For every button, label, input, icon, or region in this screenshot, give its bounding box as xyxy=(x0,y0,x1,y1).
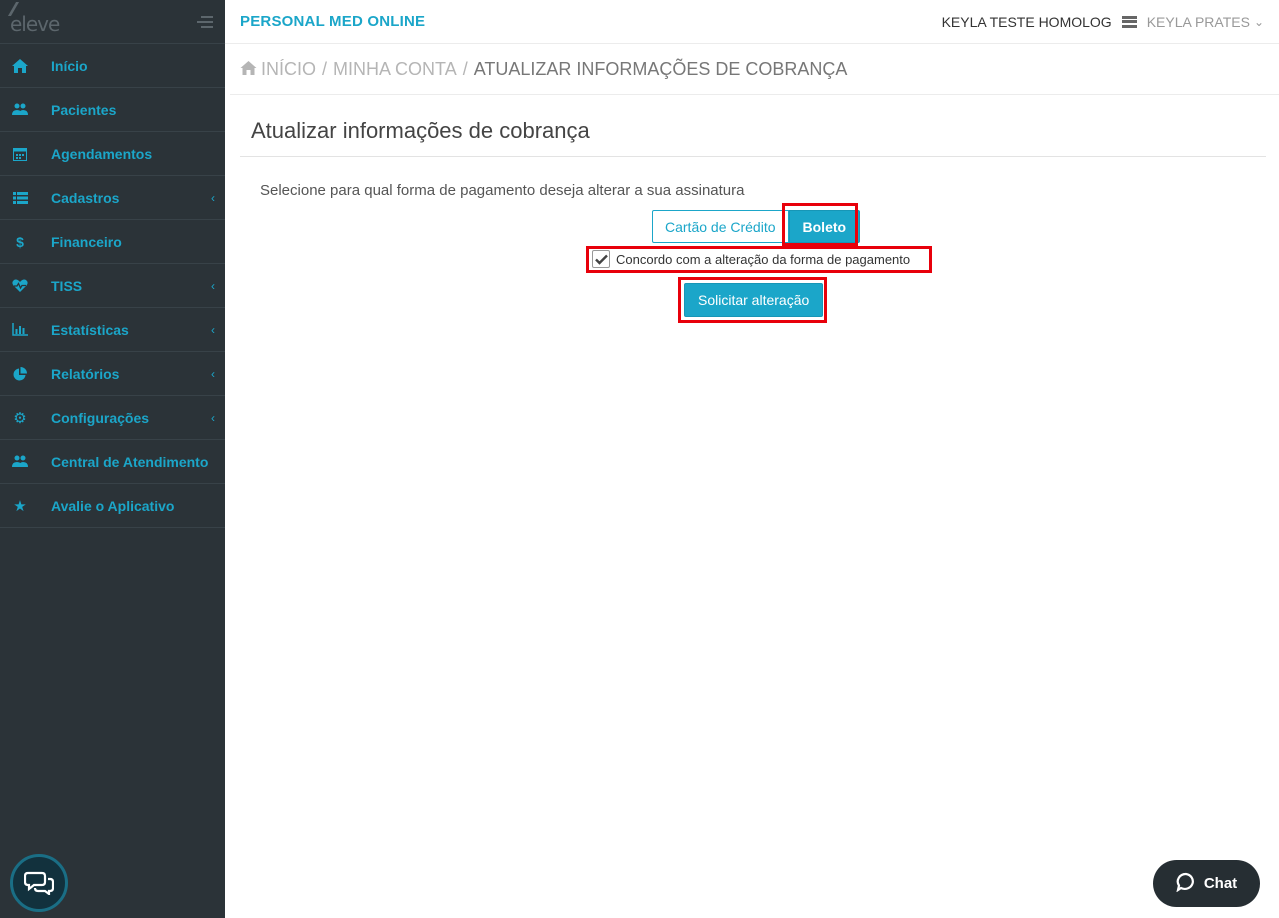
users-icon xyxy=(12,102,28,118)
sidebar-item-pacientes[interactable]: Pacientes xyxy=(0,88,225,132)
app-title: PERSONAL MED ONLINE xyxy=(240,13,426,30)
breadcrumb: INÍCIO / MINHA CONTA / ATUALIZAR INFORMA… xyxy=(230,44,1279,95)
sidebar-item-label: Relatórios xyxy=(51,365,120,382)
bar-chart-icon xyxy=(12,322,28,338)
sidebar-item-agendamentos[interactable]: Agendamentos xyxy=(0,132,225,176)
chat-icon xyxy=(1176,872,1196,896)
chevron-left-icon: ‹ xyxy=(211,411,215,425)
sidebar-item-label: TISS xyxy=(51,277,83,294)
pie-chart-icon xyxy=(12,366,28,382)
sidebar-item-label: Configurações xyxy=(51,409,150,426)
sidebar-item-label: Financeiro xyxy=(51,233,122,250)
users-icon xyxy=(12,454,28,470)
sidebar-item-central-atendimento[interactable]: Central de Atendimento xyxy=(0,440,225,484)
chevron-left-icon: ‹ xyxy=(211,279,215,293)
sidebar-item-label: Cadastros xyxy=(51,189,120,206)
chevron-left-icon: ‹ xyxy=(211,191,215,205)
breadcrumb-current: ATUALIZAR INFORMAÇÕES DE COBRANÇA xyxy=(473,58,848,79)
page-title: Atualizar informações de cobrança xyxy=(240,118,1266,157)
star-icon: ★ xyxy=(13,497,27,515)
sidebar: eleve Início Pacientes Agendamentos Cada… xyxy=(0,0,225,918)
sidebar-item-label: Início xyxy=(51,57,88,74)
server-icon[interactable] xyxy=(1121,15,1137,28)
sidebar-item-inicio[interactable]: Início xyxy=(0,44,225,88)
support-chat-icon[interactable] xyxy=(10,854,68,912)
sidebar-item-label: Estatísticas xyxy=(51,321,129,338)
sidebar-item-cadastros[interactable]: Cadastros ‹ xyxy=(0,176,225,220)
credit-card-option-button[interactable]: Cartão de Crédito xyxy=(652,210,789,243)
home-icon xyxy=(240,59,257,80)
breadcrumb-minha-conta[interactable]: MINHA CONTA xyxy=(333,59,457,80)
chat-label: Chat xyxy=(1203,875,1238,892)
chevron-left-icon: ‹ xyxy=(211,367,215,381)
heartbeat-icon xyxy=(12,278,28,294)
calendar-icon xyxy=(12,146,28,162)
topbar: PERSONAL MED ONLINE KEYLA TESTE HOMOLOG … xyxy=(225,0,1279,44)
sidebar-item-configuracoes[interactable]: ⚙ Configurações ‹ xyxy=(0,396,225,440)
sidebar-nav: Início Pacientes Agendamentos Cadastros … xyxy=(0,44,225,528)
sidebar-item-label: Central de Atendimento xyxy=(51,453,209,470)
highlight-agree xyxy=(586,246,932,273)
sidebar-item-relatorios[interactable]: Relatórios ‹ xyxy=(0,352,225,396)
chevron-left-icon: ‹ xyxy=(211,323,215,337)
clinic-name: KEYLA TESTE HOMOLOG xyxy=(941,13,1112,30)
highlight-submit xyxy=(678,277,827,323)
dollar-icon: $ xyxy=(16,233,24,250)
highlight-boleto xyxy=(782,203,858,246)
user-name: KEYLA PRATES xyxy=(1146,13,1250,30)
breadcrumb-separator: / xyxy=(322,58,328,79)
list-icon xyxy=(12,190,28,206)
breadcrumb-inicio[interactable]: INÍCIO xyxy=(261,59,316,80)
instruction-text: Selecione para qual forma de pagamento d… xyxy=(260,182,745,199)
topbar-right: KEYLA TESTE HOMOLOG KEYLA PRATES ⌄ xyxy=(942,14,1264,30)
sidebar-item-label: Pacientes xyxy=(51,101,117,118)
breadcrumb-separator: / xyxy=(462,58,468,79)
chat-widget-button[interactable]: Chat xyxy=(1153,860,1260,907)
chevron-down-icon: ⌄ xyxy=(1253,14,1264,29)
sidebar-brand: eleve xyxy=(0,0,225,44)
sidebar-item-tiss[interactable]: TISS ‹ xyxy=(0,264,225,308)
sidebar-collapse-icon[interactable] xyxy=(195,15,213,29)
sidebar-item-financeiro[interactable]: $ Financeiro xyxy=(0,220,225,264)
logo: eleve xyxy=(7,1,60,36)
sidebar-item-label: Agendamentos xyxy=(51,145,153,162)
user-menu[interactable]: KEYLA PRATES ⌄ xyxy=(1147,14,1264,30)
sidebar-item-avalie[interactable]: ★ Avalie o Aplicativo xyxy=(0,484,225,528)
gear-icon: ⚙ xyxy=(13,409,27,427)
home-icon xyxy=(12,58,28,74)
sidebar-item-estatisticas[interactable]: Estatísticas ‹ xyxy=(0,308,225,352)
sidebar-item-label: Avalie o Aplicativo xyxy=(51,497,175,514)
